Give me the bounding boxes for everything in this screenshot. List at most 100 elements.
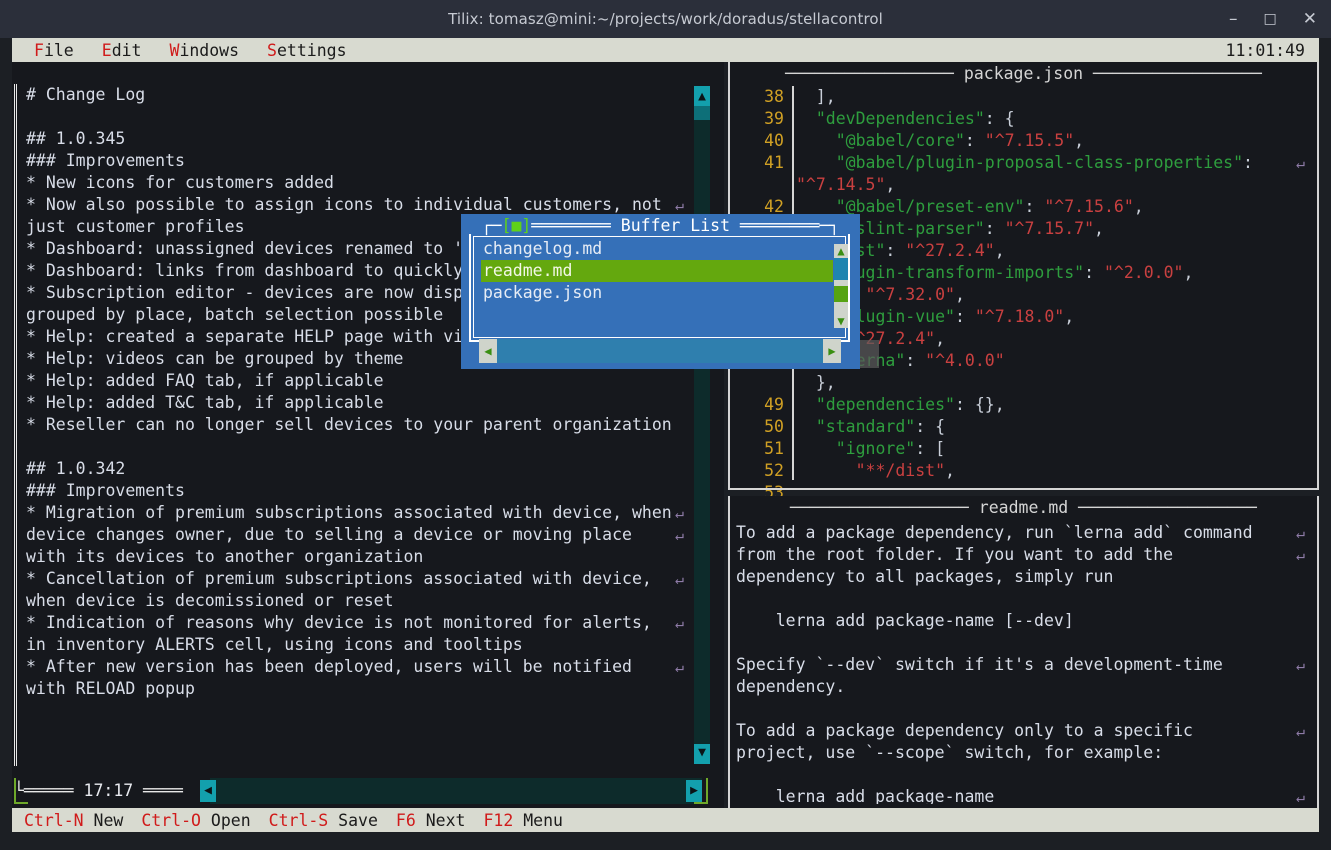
- changelog-footer-scrollbar[interactable]: └═════ 17:17 ════ ◀ ▶: [14, 778, 720, 804]
- buffer-list-item[interactable]: changelog.md: [481, 238, 833, 260]
- dialog-vertical-scrollbar[interactable]: ▲ ▼: [834, 244, 848, 328]
- dialog-close-indicator[interactable]: [■]: [502, 216, 532, 235]
- text-line: * Cancellation of premium subscriptions …: [26, 568, 690, 590]
- code-token: "standard": [816, 417, 915, 436]
- text-line: with its devices to another organization: [26, 546, 690, 568]
- code-token: },: [796, 373, 836, 392]
- code-token: "ignore": [836, 439, 915, 458]
- wrap-marker-icon: ↵: [1296, 654, 1305, 676]
- line-text: * Cancellation of premium subscriptions …: [26, 569, 652, 588]
- code-token: ,: [1183, 263, 1193, 282]
- line-text: lerna add package-name [--dev]: [736, 611, 1074, 630]
- text-line: dependency.: [736, 676, 1311, 698]
- line-text: [736, 765, 746, 784]
- border-segment: ════════─┐: [730, 216, 839, 235]
- code-token: "^4.0.0": [925, 351, 1004, 370]
- dialog-scrollbar-thumb-2[interactable]: [834, 286, 848, 302]
- line-number: 39: [734, 108, 784, 130]
- line-number: 50: [734, 416, 784, 438]
- dialog-scroll-up-icon[interactable]: ▲: [834, 244, 848, 258]
- code-token: :: [1084, 263, 1104, 282]
- wrap-marker-icon: ↵: [1296, 544, 1305, 566]
- scroll-down-icon[interactable]: ▼: [694, 744, 710, 764]
- shortcut-new[interactable]: Ctrl-N New: [24, 811, 123, 830]
- minimize-icon[interactable]: –: [1229, 11, 1238, 28]
- menubar-clock: 11:01:49: [1226, 41, 1305, 60]
- code-token: "@babel/core": [836, 131, 965, 150]
- wrap-marker-icon: ↵: [1296, 152, 1305, 174]
- maximize-icon[interactable]: □: [1264, 12, 1277, 26]
- status-bar: Ctrl-N New Ctrl-O Open Ctrl-S Save F6 Ne…: [12, 808, 1319, 832]
- line-text: * Subscription editor - devices are now …: [26, 283, 463, 302]
- code-token: ,: [1064, 307, 1074, 326]
- menu-item-windows[interactable]: Windows: [170, 41, 240, 60]
- scroll-up-icon[interactable]: ▲: [694, 86, 710, 106]
- menu-item-settings[interactable]: Settings: [267, 41, 346, 60]
- dialog-scroll-left-icon[interactable]: ◀: [479, 339, 497, 363]
- pane-corner-left: [14, 778, 28, 804]
- line-number: 40: [734, 130, 784, 152]
- editor-pane-changelog[interactable]: ┌─[■]════════════════════════════ change…: [12, 62, 724, 810]
- code-line: "dependencies": {},: [796, 394, 1311, 416]
- text-line: [736, 632, 1311, 654]
- line-text: [26, 437, 36, 456]
- wrap-marker-icon: ↵: [675, 502, 684, 524]
- code-line: bel-jest": "^27.2.4",: [796, 240, 1311, 262]
- line-text: with RELOAD popup: [26, 679, 195, 698]
- dialog-scroll-right-icon[interactable]: ▶: [823, 339, 841, 363]
- dialog-scroll-down-icon[interactable]: ▼: [834, 314, 848, 328]
- code-line: abel/eslint-parser": "^7.15.7",: [796, 218, 1311, 240]
- menu-item-file[interactable]: File: [34, 41, 74, 60]
- text-line: [736, 764, 1311, 786]
- wrap-marker-icon: ↵: [675, 194, 684, 216]
- line-text: To add a package dependency, run `lerna …: [736, 523, 1253, 542]
- buffer-list-dialog[interactable]: ┌─[■]════════ Buffer List ════════─┐ cha…: [461, 214, 860, 369]
- code-line: "@babel/core": "^7.15.5",: [796, 130, 1311, 152]
- text-line: [26, 436, 690, 458]
- line-text: just customer profiles: [26, 217, 245, 236]
- shortcut-menu[interactable]: F12 Menu: [483, 811, 562, 830]
- dialog-horizontal-scrollbar[interactable]: ◀ ▶: [479, 339, 841, 363]
- scroll-left-icon[interactable]: ◀: [200, 780, 216, 802]
- line-text: with its devices to another organization: [26, 547, 423, 566]
- code-token: :: [1243, 153, 1253, 172]
- changelog-text-area[interactable]: # Change Log ## 1.0.345### Improvements*…: [26, 84, 690, 766]
- code-token: "^7.32.0": [866, 285, 955, 304]
- dialog-scrollbar-thumb[interactable]: [834, 258, 848, 280]
- code-token: [796, 439, 836, 458]
- code-token: "^7.18.0": [975, 307, 1064, 326]
- package-json-code-area[interactable]: ], "devDependencies": { "@babel/core": "…: [796, 86, 1311, 480]
- line-number: 49: [734, 394, 784, 416]
- close-icon[interactable]: ✕: [1303, 11, 1317, 28]
- changelog-vertical-scrollbar[interactable]: ▲ ▼: [694, 86, 710, 764]
- code-token: :: [1025, 197, 1045, 216]
- code-token: : [: [915, 439, 945, 458]
- code-token: ,: [935, 329, 945, 348]
- buffer-list-item[interactable]: readme.md: [481, 260, 833, 282]
- readme-text-area[interactable]: To add a package dependency, run `lerna …: [736, 522, 1311, 804]
- menu-item-edit[interactable]: Edit: [102, 41, 142, 60]
- code-token: ,: [995, 241, 1005, 260]
- text-line: when device is decomissioned or reset: [26, 590, 690, 612]
- code-line: ],: [796, 86, 1311, 108]
- code-token: "^7.15.5": [985, 131, 1074, 150]
- buffer-list[interactable]: changelog.mdreadme.mdpackage.json: [481, 238, 833, 304]
- editor-pane-readme[interactable]: ────────────────── readme.md ───────────…: [728, 496, 1319, 810]
- shortcut-open[interactable]: Ctrl-O Open: [141, 811, 250, 830]
- code-line: "devDependencies": {: [796, 108, 1311, 130]
- text-line: [736, 698, 1311, 720]
- scrollbar-thumb[interactable]: [694, 106, 710, 120]
- code-line: },: [796, 372, 1311, 394]
- shortcut-save[interactable]: Ctrl-S Save: [269, 811, 378, 830]
- line-text: * Help: added FAQ tab, if applicable: [26, 371, 384, 390]
- code-line: "^7.14.5",: [796, 174, 1311, 196]
- code-line: "**/dist",: [796, 460, 1311, 480]
- code-token: "^7.14.5": [796, 175, 885, 194]
- line-text: * Indication of reasons why device is no…: [26, 613, 652, 632]
- buffer-list-item[interactable]: package.json: [481, 282, 833, 304]
- text-line: dependency to all packages, simply run: [736, 566, 1311, 588]
- code-line: "standard": {: [796, 416, 1311, 438]
- shortcut-next[interactable]: F6 Next: [396, 811, 466, 830]
- line-text: [736, 633, 746, 652]
- code-token: : {: [915, 417, 945, 436]
